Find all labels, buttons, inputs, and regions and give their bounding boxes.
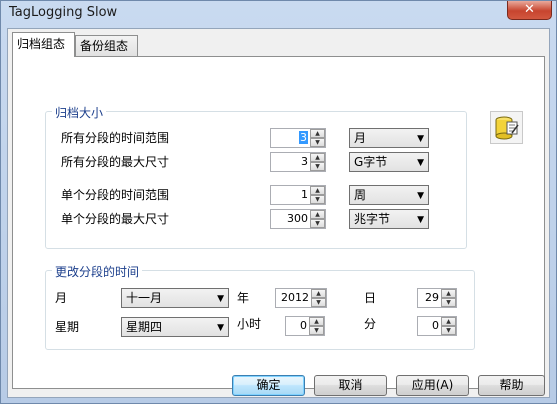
- spin-down-icon[interactable]: ▼: [309, 326, 324, 335]
- segment-time-range-spinner[interactable]: 1 ▲ ▼: [270, 185, 326, 205]
- tab-backup-config[interactable]: 备份组态: [75, 35, 138, 56]
- minute-label: 分: [364, 317, 377, 331]
- total-time-range-label: 所有分段的时间范围: [61, 131, 170, 145]
- chevron-down-icon: ▼: [217, 323, 224, 333]
- apply-button[interactable]: 应用(A): [396, 375, 469, 396]
- spin-down-icon[interactable]: ▼: [310, 219, 325, 228]
- spin-up-icon[interactable]: ▲: [310, 186, 325, 195]
- total-time-range-spinner[interactable]: 3 ▲ ▼: [270, 128, 326, 148]
- total-max-size-unit: G字节: [354, 155, 388, 169]
- chevron-down-icon: ▼: [217, 294, 224, 304]
- segment-time-range-label: 单个分段的时间范围: [61, 188, 170, 202]
- hour-label: 小时: [237, 317, 262, 331]
- dialog-window: TagLogging Slow ✕ 归档组态 备份组态 归档大小 所有分段的时间…: [0, 0, 557, 404]
- minute-spinner[interactable]: 0 ▲ ▼: [417, 316, 457, 336]
- total-time-range-unit-combo[interactable]: 月 ▼: [349, 128, 429, 148]
- spin-up-icon[interactable]: ▲: [310, 153, 325, 162]
- segment-max-size-label: 单个分段的最大尺寸: [61, 212, 170, 226]
- hour-spinner[interactable]: 0 ▲ ▼: [285, 316, 325, 336]
- tab-archive-config[interactable]: 归档组态: [12, 32, 75, 57]
- segment-time-range-value: 1: [301, 188, 308, 201]
- total-time-range-unit: 月: [354, 131, 367, 145]
- tab-panel: 归档大小 所有分段的时间范围 3 ▲ ▼ 月 ▼ 所有分段的最大尺寸 3 ▲ ▼…: [12, 56, 545, 389]
- spin-up-icon[interactable]: ▲: [309, 317, 324, 326]
- spin-down-icon[interactable]: ▼: [441, 326, 456, 335]
- close-button[interactable]: ✕: [507, 1, 552, 20]
- spin-down-icon[interactable]: ▼: [310, 195, 325, 204]
- change-time-group: 更改分段的时间 月 十一月 ▼ 年 2012 ▲ ▼ 日 29 ▲ ▼ 星期 星…: [45, 263, 475, 350]
- help-button[interactable]: 帮助: [478, 375, 545, 396]
- hour-value: 0: [300, 319, 307, 332]
- segment-max-size-value: 300: [287, 212, 308, 225]
- window-title: TagLogging Slow: [9, 5, 118, 20]
- month-combo[interactable]: 十一月 ▼: [121, 288, 229, 308]
- year-value: 2012: [281, 291, 309, 304]
- chevron-down-icon: ▼: [417, 191, 424, 201]
- weekday-label: 星期: [55, 320, 80, 334]
- total-time-range-value: 3: [299, 131, 308, 144]
- archive-size-group: 归档大小 所有分段的时间范围 3 ▲ ▼ 月 ▼ 所有分段的最大尺寸 3 ▲ ▼…: [45, 104, 467, 249]
- total-max-size-value: 3: [301, 155, 308, 168]
- ok-button[interactable]: 确定: [232, 375, 305, 396]
- total-max-size-label: 所有分段的最大尺寸: [61, 155, 170, 169]
- weekday-combo[interactable]: 星期四 ▼: [121, 317, 229, 337]
- spin-down-icon[interactable]: ▼: [310, 162, 325, 171]
- day-spinner[interactable]: 29 ▲ ▼: [417, 288, 457, 308]
- year-label: 年: [237, 291, 250, 305]
- weekday-value: 星期四: [126, 320, 163, 334]
- chevron-down-icon: ▼: [417, 215, 424, 225]
- segment-max-size-unit-combo[interactable]: 兆字节 ▼: [349, 209, 429, 229]
- segment-max-size-unit: 兆字节: [354, 212, 391, 226]
- spin-down-icon[interactable]: ▼: [441, 298, 456, 307]
- spin-up-icon[interactable]: ▲: [310, 129, 325, 138]
- spin-up-icon[interactable]: ▲: [311, 289, 326, 298]
- month-label: 月: [55, 291, 68, 305]
- segment-time-range-unit: 周: [354, 188, 367, 202]
- minute-value: 0: [432, 319, 439, 332]
- chevron-down-icon: ▼: [417, 134, 424, 144]
- year-spinner[interactable]: 2012 ▲ ▼: [275, 288, 327, 308]
- spin-up-icon[interactable]: ▲: [310, 210, 325, 219]
- spin-up-icon[interactable]: ▲: [441, 317, 456, 326]
- change-time-group-title: 更改分段的时间: [52, 263, 143, 280]
- segment-time-range-unit-combo[interactable]: 周 ▼: [349, 185, 429, 205]
- archive-database-icon: [490, 111, 523, 144]
- title-bar[interactable]: TagLogging Slow ✕: [1, 1, 556, 25]
- spin-down-icon[interactable]: ▼: [311, 298, 326, 307]
- spin-up-icon[interactable]: ▲: [441, 289, 456, 298]
- total-max-size-spinner[interactable]: 3 ▲ ▼: [270, 152, 326, 172]
- day-value: 29: [425, 291, 439, 304]
- total-max-size-unit-combo[interactable]: G字节 ▼: [349, 152, 429, 172]
- day-label: 日: [364, 291, 377, 305]
- segment-max-size-spinner[interactable]: 300 ▲ ▼: [270, 209, 326, 229]
- month-value: 十一月: [126, 291, 163, 305]
- cancel-button[interactable]: 取消: [314, 375, 387, 396]
- spin-down-icon[interactable]: ▼: [310, 138, 325, 147]
- chevron-down-icon: ▼: [417, 158, 424, 168]
- dialog-client: 归档组态 备份组态 归档大小 所有分段的时间范围 3 ▲ ▼ 月 ▼ 所有分段的…: [7, 28, 550, 398]
- archive-size-group-title: 归档大小: [52, 104, 107, 121]
